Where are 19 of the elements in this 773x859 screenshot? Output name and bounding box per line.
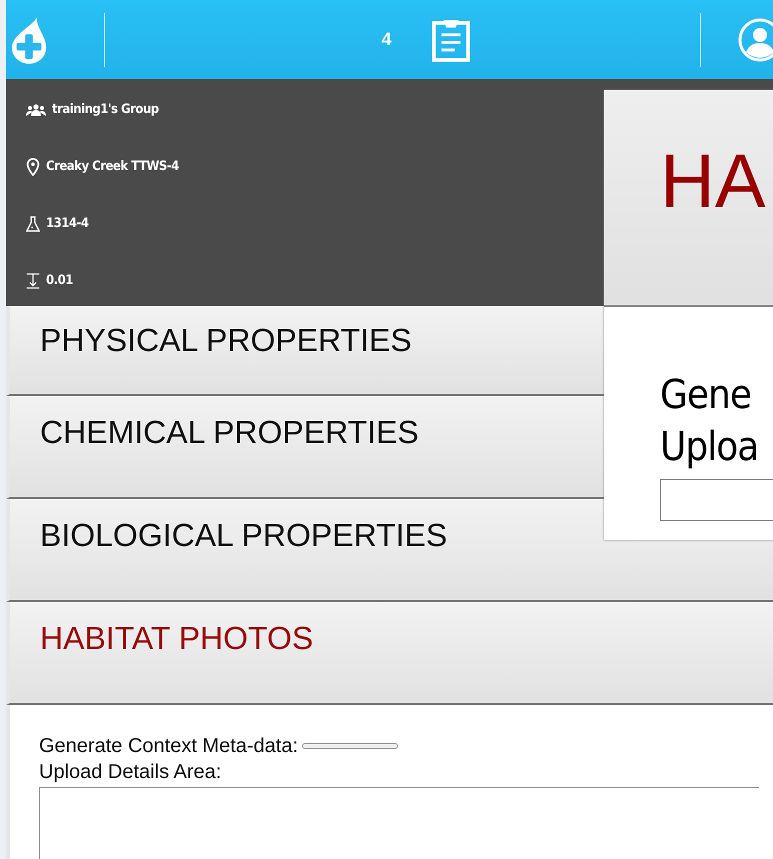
- clipboard-icon[interactable]: [432, 18, 470, 62]
- user-icon[interactable]: [737, 16, 773, 62]
- upload-details-field[interactable]: [660, 479, 773, 521]
- dialog-title: HA: [604, 90, 773, 307]
- map-pin-icon: [26, 158, 40, 176]
- info-text: 1314-4: [46, 216, 89, 231]
- generate-metadata-button[interactable]: [302, 743, 398, 749]
- accordion-header[interactable]: HABITAT PHOTOS: [6, 602, 773, 705]
- group-icon: [26, 104, 46, 116]
- info-text: Creaky Creek TTWS-4: [46, 159, 179, 174]
- info-text: 0.01: [46, 273, 73, 288]
- upload-label: Upload Details Area:: [39, 760, 222, 785]
- depth-icon: [26, 272, 40, 290]
- count-text: 4: [381, 29, 392, 50]
- generate-label: Generate Context Meta-data:: [39, 734, 298, 759]
- info-text: training1's Group: [52, 102, 159, 117]
- flask-icon: [26, 214, 40, 232]
- upload-label: Uploa: [660, 423, 760, 472]
- accordion-header[interactable]: BIOLOGICAL PROPERTIES: [6, 499, 773, 602]
